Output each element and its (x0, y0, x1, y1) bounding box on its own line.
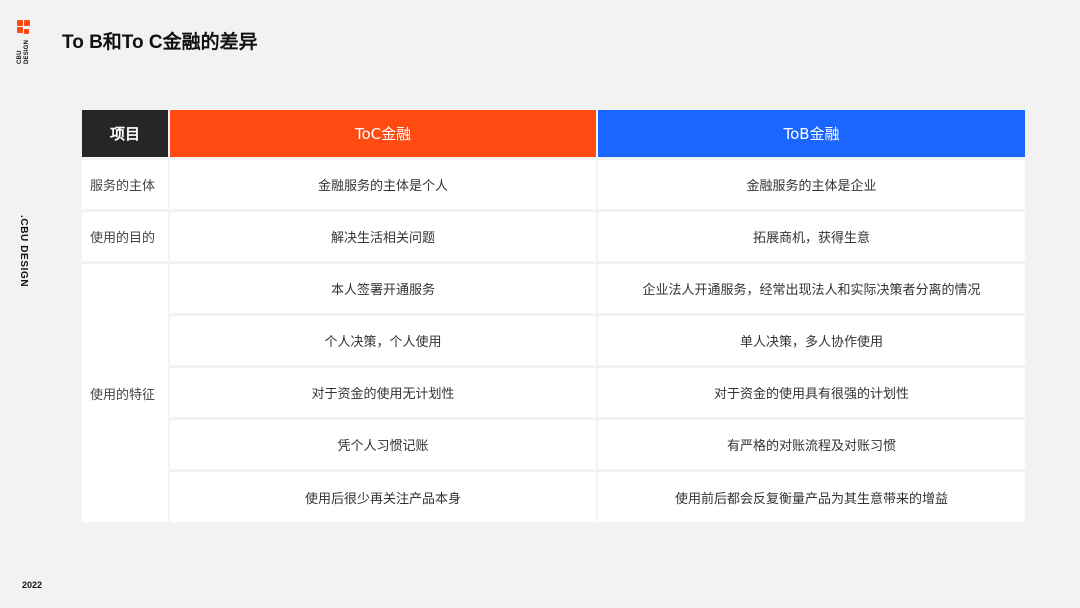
logo-mark-icon (17, 20, 31, 36)
comparison-table: 项目 ToC金融 ToB金融 服务的主体 金融服务的主体是个人 金融服务的主体是… (82, 110, 1025, 522)
header-toc: ToC金融 (170, 110, 596, 157)
toc-cell-feature-4: 凭个人习惯记账 (170, 420, 596, 469)
toc-cell-purpose: 解决生活相关问题 (170, 212, 596, 261)
toc-cell-feature-3: 对于资金的使用无计划性 (170, 368, 596, 417)
tob-cell-feature-1: 企业法人开通服务，经常出现法人和实际决策者分离的情况 (598, 264, 1025, 313)
footer-year: 2022 (22, 580, 43, 590)
logo-text: CBU DESIGN (17, 40, 31, 64)
logo-text-line1: CBU (17, 50, 23, 64)
row-label-features: 使用的特征 (82, 264, 168, 522)
toc-cell-feature-2: 个人决策，个人使用 (170, 316, 596, 365)
toc-cell-feature-5: 使用后很少再关注产品本身 (170, 472, 596, 522)
tob-cell-subject: 金融服务的主体是企业 (598, 160, 1025, 209)
row-label-subject: 服务的主体 (82, 160, 168, 209)
tob-cell-feature-4: 有严格的对账流程及对账习惯 (598, 420, 1025, 469)
header-tob: ToB金融 (598, 110, 1025, 157)
tob-cell-purpose: 拓展商机，获得生意 (598, 212, 1025, 261)
page-title: To B和To C金融的差异 (62, 32, 258, 53)
toc-cell-feature-1: 本人签署开通服务 (170, 264, 596, 313)
brand-logo: CBU DESIGN (17, 20, 47, 68)
toc-cell-subject: 金融服务的主体是个人 (170, 160, 596, 209)
side-brand-label: .CBU DESIGN (18, 215, 29, 288)
tob-cell-feature-2: 单人决策，多人协作使用 (598, 316, 1025, 365)
tob-cell-feature-3: 对于资金的使用具有很强的计划性 (598, 368, 1025, 417)
header-item: 项目 (82, 110, 168, 157)
logo-text-line2: DESIGN (24, 39, 30, 64)
row-label-purpose: 使用的目的 (82, 212, 168, 261)
tob-cell-feature-5: 使用前后都会反复衡量产品为其生意带来的增益 (598, 472, 1025, 522)
